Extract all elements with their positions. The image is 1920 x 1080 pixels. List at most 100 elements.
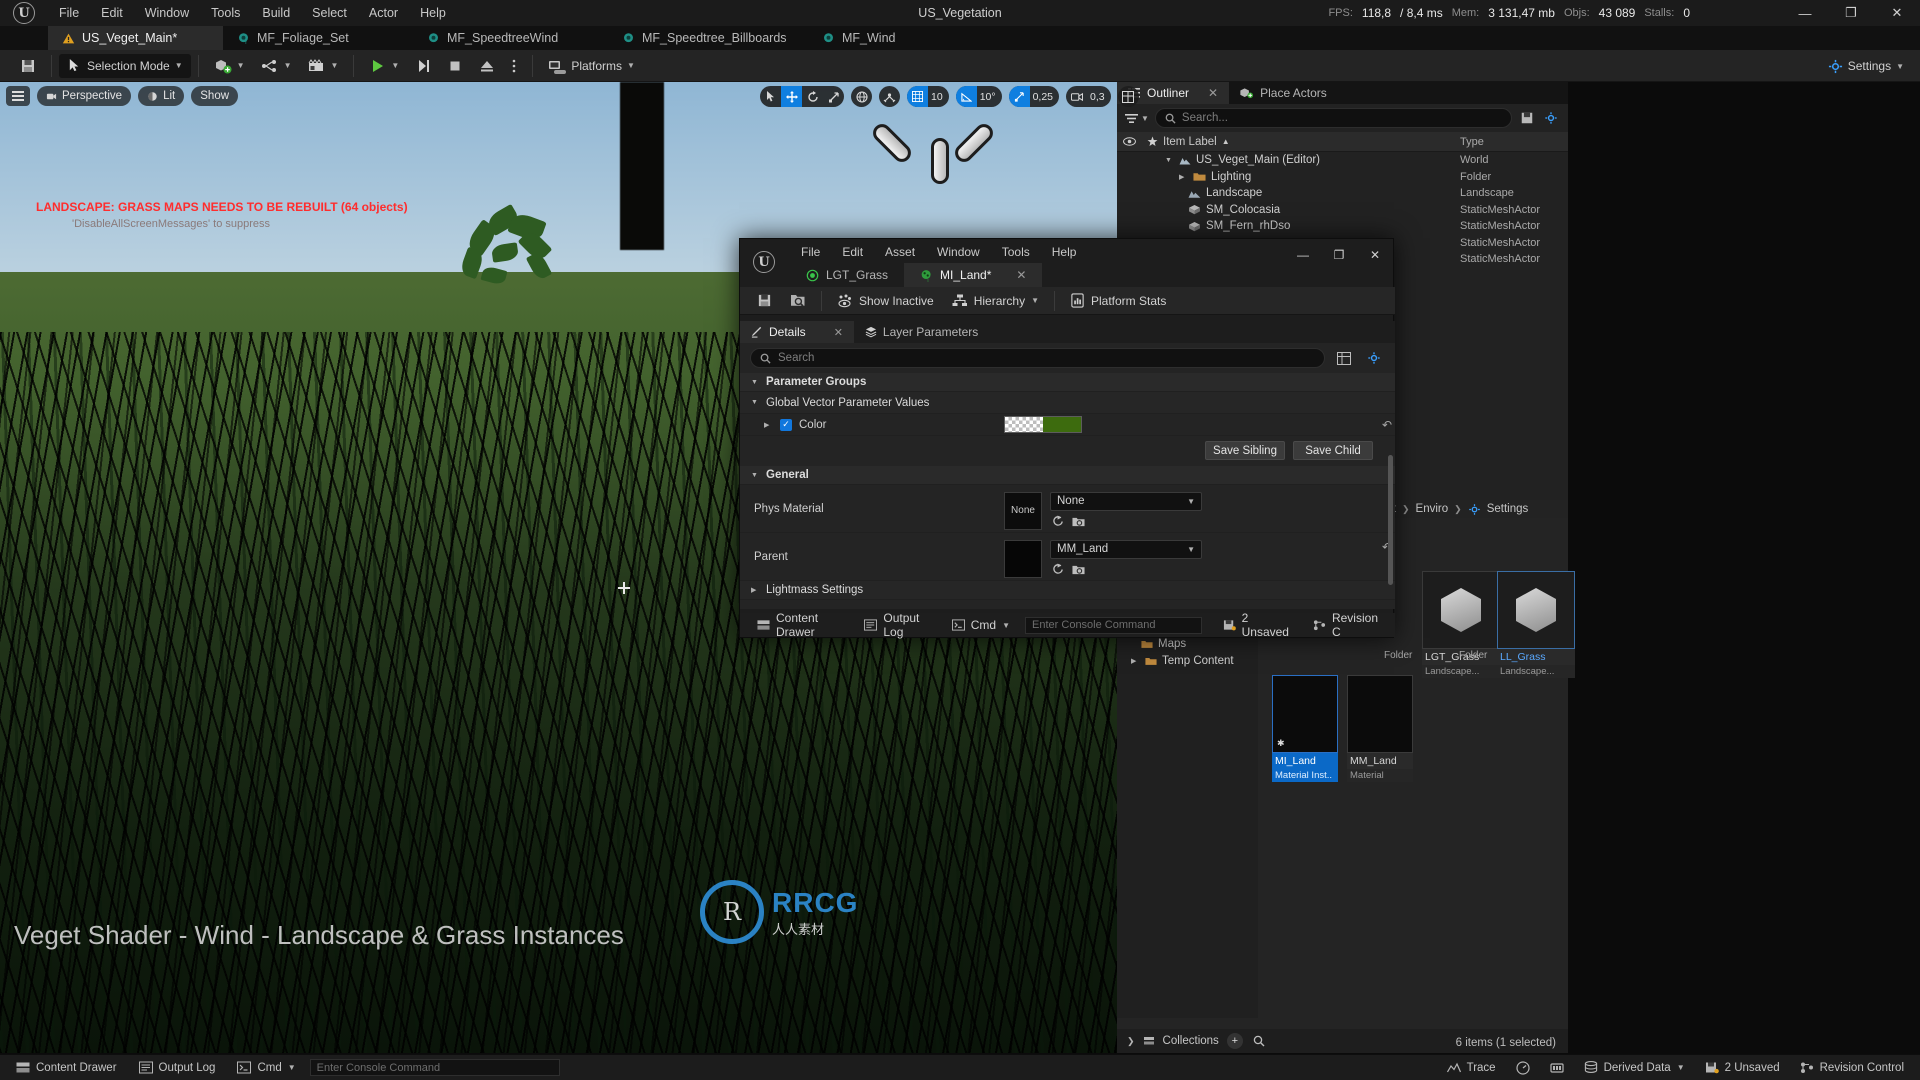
close-button[interactable]: ✕: [1874, 0, 1920, 26]
status-cmd-button[interactable]: Cmd ▼: [229, 1058, 303, 1078]
outliner-row-sm-fern[interactable]: SM_Fern_rhDso StaticMeshActor: [1117, 218, 1568, 235]
toolbar-settings-button[interactable]: Settings ▼: [1820, 54, 1912, 78]
menu-tools[interactable]: Tools: [200, 0, 251, 26]
tab-us-veget-main[interactable]: US_Veget_Main*: [48, 26, 223, 50]
eye-icon[interactable]: [1117, 136, 1141, 147]
rotate-tool-button[interactable]: [802, 86, 823, 107]
mi-tab-layer-parameters[interactable]: Layer Parameters: [854, 321, 989, 343]
expander-icon[interactable]: ▶: [1131, 657, 1140, 665]
scale-snap-icon[interactable]: [1008, 86, 1030, 107]
mi-menu-window[interactable]: Window: [926, 242, 991, 262]
unreal-logo[interactable]: U: [0, 0, 48, 26]
status-derived-data-button[interactable]: Derived Data ▼: [1576, 1058, 1693, 1078]
mi-hierarchy-button[interactable]: Hierarchy ▼: [943, 290, 1048, 312]
param-row-parent[interactable]: Parent MM_Land ▼ ↶: [740, 533, 1395, 581]
expander-icon[interactable]: ▼: [751, 379, 760, 386]
mi-console-input[interactable]: Enter Console Command: [1025, 616, 1202, 634]
mi-menu-edit[interactable]: Edit: [831, 242, 874, 262]
color-param-checkbox[interactable]: ✓: [780, 418, 792, 431]
param-row-color[interactable]: ▶ ✓ Color ↶: [740, 414, 1395, 436]
mi-unsaved-button[interactable]: 2 Unsaved: [1214, 611, 1298, 639]
outliner-row-landscape[interactable]: Landscape Landscape: [1117, 185, 1568, 202]
save-sibling-button[interactable]: Save Sibling: [1205, 441, 1285, 460]
angle-snap-value[interactable]: 10°: [977, 91, 1002, 103]
eject-button[interactable]: [471, 54, 503, 78]
mi-menu-help[interactable]: Help: [1041, 242, 1088, 262]
mi-search-input[interactable]: Search: [750, 348, 1325, 368]
status-trace-button[interactable]: Trace: [1439, 1058, 1504, 1078]
mi-menu-tools[interactable]: Tools: [991, 242, 1041, 262]
status-console-input[interactable]: Enter Console Command: [309, 1059, 560, 1076]
tab-mf-speedtree-billboards[interactable]: MF_Speedtree_Billboards: [608, 26, 808, 50]
tab-mf-wind[interactable]: MF_Wind: [808, 26, 948, 50]
blueprints-button[interactable]: ▼: [253, 54, 300, 78]
select-tool-button[interactable]: [760, 86, 781, 107]
mi-menu-asset[interactable]: Asset: [874, 242, 926, 262]
angle-snap-control[interactable]: 10°: [955, 86, 1002, 107]
asset-mm-land[interactable]: MM_Land Material: [1347, 675, 1413, 782]
outliner-filter-button[interactable]: ▼: [1125, 113, 1149, 124]
add-actor-button[interactable]: ▼: [206, 54, 253, 78]
mi-tab-lgt-grass[interactable]: LGT_Grass: [790, 263, 904, 287]
expander-icon[interactable]: ▶: [764, 421, 773, 429]
parent-dropdown[interactable]: MM_Land ▼: [1050, 539, 1202, 559]
viewport-perspective-button[interactable]: Perspective: [37, 86, 132, 106]
camera-speed-value[interactable]: 0,3: [1087, 91, 1111, 103]
status-revision-control-button[interactable]: Revision Control: [1792, 1058, 1912, 1078]
search-icon[interactable]: [1251, 1033, 1267, 1049]
save-button[interactable]: [12, 54, 44, 78]
transform-gizmo[interactable]: [865, 110, 1015, 210]
mi-maximize-button[interactable]: ❐: [1321, 239, 1357, 271]
chevron-right-icon[interactable]: ❯: [1127, 1036, 1135, 1047]
menu-file[interactable]: File: [48, 0, 90, 26]
tab-mf-speedtreewind[interactable]: MF_SpeedtreeWind: [413, 26, 608, 50]
mi-output-log-button[interactable]: Output Log: [855, 611, 936, 639]
reset-arrow-icon[interactable]: ↶: [1379, 418, 1395, 432]
param-row-phys-material[interactable]: Phys Material None None ▼: [740, 485, 1395, 533]
color-swatch[interactable]: [1004, 416, 1082, 433]
grid-snap-value[interactable]: 10: [928, 91, 949, 103]
expander-icon[interactable]: ▼: [751, 399, 760, 406]
status-mem-button[interactable]: [1542, 1058, 1572, 1078]
menu-edit[interactable]: Edit: [90, 0, 134, 26]
outliner-row-sm-colocasia[interactable]: SM_Colocasia StaticMeshActor: [1117, 202, 1568, 219]
parent-material-thumbnail[interactable]: [1004, 539, 1042, 578]
move-tool-button[interactable]: [781, 86, 802, 107]
group-global-vector-parameter-values[interactable]: ▼ Global Vector Parameter Values: [740, 392, 1395, 414]
mi-content-drawer-button[interactable]: Content Drawer: [748, 611, 849, 639]
status-unsaved-button[interactable]: 2 Unsaved: [1697, 1058, 1788, 1078]
expander-icon[interactable]: ▶: [751, 586, 760, 594]
mi-tab-mi-land[interactable]: i MI_Land* ✕: [904, 263, 1043, 287]
maximize-button[interactable]: ❐: [1828, 0, 1874, 26]
mi-tab-details[interactable]: Details ✕: [740, 321, 854, 343]
mi-browse-to-asset-button[interactable]: [781, 290, 815, 312]
asset-mi-land[interactable]: ✱ MI_Land Material Inst..: [1272, 675, 1338, 782]
expander-icon[interactable]: ▼: [1165, 157, 1174, 164]
folder-tree-item-temp-content[interactable]: ▶ Temp Content: [1117, 652, 1258, 669]
mi-menu-file[interactable]: File: [790, 242, 831, 262]
expander-icon[interactable]: ▼: [751, 472, 760, 479]
menu-build[interactable]: Build: [251, 0, 301, 26]
close-icon[interactable]: ✕: [1208, 86, 1218, 100]
group-general[interactable]: ▼ General: [740, 466, 1395, 485]
grid-snap-icon[interactable]: [907, 86, 928, 107]
status-perf-button[interactable]: [1508, 1058, 1538, 1078]
expander-icon[interactable]: ▶: [1179, 173, 1188, 181]
camera-speed-icon[interactable]: [1066, 86, 1087, 107]
status-content-drawer-button[interactable]: Content Drawer: [8, 1058, 125, 1078]
use-selected-icon[interactable]: [1050, 562, 1066, 578]
mi-platform-stats-button[interactable]: Platform Stats: [1061, 290, 1175, 312]
settings-gear-icon[interactable]: [1363, 348, 1385, 368]
scale-snap-control[interactable]: 0,25: [1008, 86, 1060, 107]
menu-select[interactable]: Select: [301, 0, 358, 26]
camera-speed-control[interactable]: 0,3: [1066, 86, 1111, 107]
scale-tool-button[interactable]: [823, 86, 844, 107]
platforms-button[interactable]: Platforms ▼: [540, 54, 643, 78]
grid-snap-control[interactable]: 10: [907, 86, 949, 107]
grid-view-icon[interactable]: [1333, 348, 1355, 368]
details-scrollbar[interactable]: [1388, 455, 1393, 585]
stop-button[interactable]: [439, 54, 471, 78]
close-icon[interactable]: ✕: [834, 326, 843, 339]
mi-show-inactive-button[interactable]: Show Inactive: [828, 290, 943, 312]
phys-material-thumbnail[interactable]: None: [1004, 491, 1042, 530]
